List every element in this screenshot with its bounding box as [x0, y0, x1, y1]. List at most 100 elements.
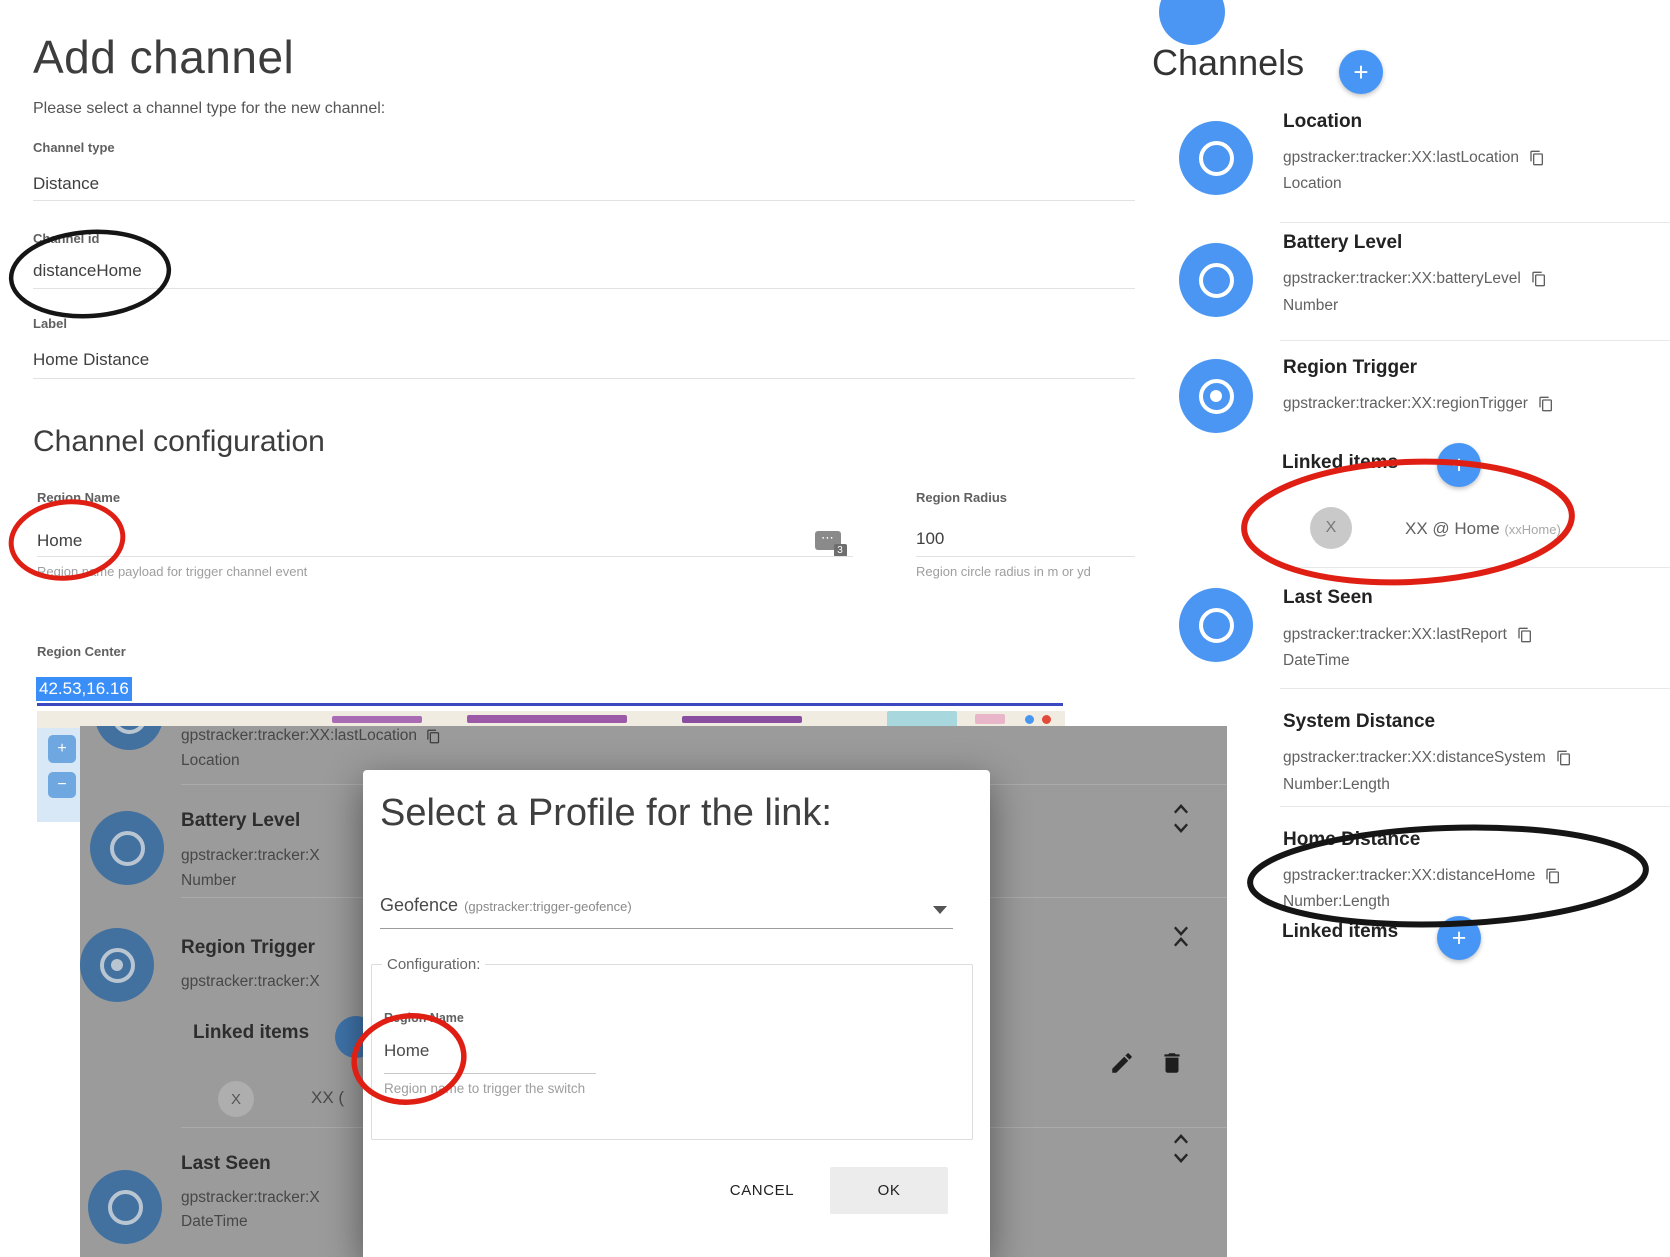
chevron-down-icon	[1170, 819, 1192, 833]
dimmed-channel-icon	[95, 726, 163, 750]
channel-type: DateTime	[1283, 652, 1350, 670]
page-subtitle: Please select a channel type for the new…	[33, 100, 385, 118]
region-name-label: Region Name	[37, 490, 120, 505]
dimmed-channel-icon	[90, 811, 164, 885]
divider	[916, 556, 1135, 557]
channel-title: Last Seen	[1283, 587, 1373, 609]
dimmed-linked-items-title: Linked items	[193, 1022, 309, 1044]
linked-items-title: Linked items	[1282, 452, 1398, 474]
channel-uid: gpstracker:tracker:XX:distanceHome	[1283, 867, 1561, 885]
map-label-blob	[467, 715, 627, 723]
linked-item-label[interactable]: XX @ Home (xxHome)	[1405, 519, 1561, 539]
chevron-up-icon	[1170, 1134, 1192, 1148]
channel-type: Number:Length	[1283, 893, 1390, 911]
dialog-region-name-helper: Region name to trigger the switch	[384, 1081, 585, 1096]
dialog-title: Select a Profile for the link:	[380, 792, 832, 835]
dialog-region-name-label: Region Name	[384, 1011, 464, 1025]
dimmed-linked-item-avatar: X	[218, 1081, 254, 1117]
zoom-in-icon[interactable]: +	[48, 735, 76, 763]
dimmed-channel-type: Location	[181, 752, 240, 770]
channel-title: Location	[1283, 111, 1362, 133]
channel-type-input[interactable]: Distance	[33, 174, 99, 194]
copy-icon[interactable]	[1556, 750, 1572, 766]
channel-uid: gpstracker:tracker:XX:regionTrigger	[1283, 395, 1554, 413]
channel-uid: gpstracker:tracker:XX:batteryLevel	[1283, 270, 1547, 288]
channel-id-input[interactable]: distanceHome	[33, 261, 142, 281]
channel-type-label: Channel type	[33, 140, 115, 155]
dimmed-channel-title: Battery Level	[181, 810, 300, 832]
channel-type: Number:Length	[1283, 776, 1390, 794]
divider	[1280, 567, 1670, 568]
dimmed-channel-uid: gpstracker:tracker:X	[181, 847, 363, 865]
channels-panel-title: Channels	[1152, 42, 1304, 84]
reorder-icon[interactable]	[1170, 1134, 1192, 1163]
channel-type: Location	[1283, 175, 1342, 193]
region-radius-input[interactable]: 100	[916, 529, 944, 549]
keyboard-dots: ⋯	[821, 530, 835, 545]
channel-id-label: Channel id	[33, 231, 99, 246]
map-marker-blue	[1025, 715, 1034, 724]
section-title: Channel configuration	[33, 425, 325, 459]
selected-text: 42.53,16.16	[36, 677, 132, 701]
chevron-up-icon	[1170, 937, 1192, 951]
numeric-keyboard-icon[interactable]: ⋯ 3	[815, 531, 841, 550]
profile-dialog: Select a Profile for the link: Geofence (…	[363, 770, 990, 1257]
edit-icon[interactable]	[1109, 1050, 1135, 1076]
copy-icon	[426, 729, 441, 744]
region-radius-label: Region Radius	[916, 490, 1007, 505]
chevron-up-icon	[1170, 804, 1192, 818]
map-widget-edge: + −	[37, 728, 81, 822]
zoom-out-icon[interactable]: −	[48, 772, 76, 798]
profile-select[interactable]: Geofence (gpstracker:trigger-geofence)	[380, 895, 632, 916]
cancel-button[interactable]: CANCEL	[718, 1172, 806, 1208]
add-link-button[interactable]: +	[1437, 443, 1481, 487]
copy-icon[interactable]	[1529, 150, 1545, 166]
configuration-fieldset: Configuration: Region Name Home Region n…	[371, 956, 973, 1140]
channel-state-icon	[1179, 243, 1253, 317]
copy-icon[interactable]	[1538, 396, 1554, 412]
cut-fab-icon	[1159, 0, 1225, 45]
dimmed-channel-type: DateTime	[181, 1213, 248, 1231]
linked-items-title: Linked items	[1282, 921, 1398, 943]
dimmed-channel-title: Last Seen	[181, 1153, 271, 1175]
dropdown-arrow-icon[interactable]	[933, 906, 947, 914]
divider	[384, 1073, 596, 1074]
channel-uid: gpstracker:tracker:XX:distanceSystem	[1283, 749, 1572, 767]
copy-icon[interactable]	[1517, 627, 1533, 643]
divider	[33, 200, 1135, 201]
map-marker-red	[1042, 715, 1051, 724]
channel-trigger-icon	[1179, 359, 1253, 433]
channel-state-icon	[1179, 121, 1253, 195]
collapse-icon[interactable]	[1170, 922, 1192, 951]
profile-uid: (gpstracker:trigger-geofence)	[464, 899, 632, 914]
dialog-region-name-input[interactable]: Home	[384, 1041, 429, 1061]
divider	[33, 288, 1135, 289]
profile-name: Geofence	[380, 895, 458, 915]
dimmed-channel-icon	[88, 1170, 162, 1244]
label-input[interactable]: Home Distance	[33, 350, 149, 370]
delete-icon[interactable]	[1159, 1050, 1185, 1076]
dimmed-channel-type: Number	[181, 872, 236, 890]
ok-button[interactable]: OK	[830, 1167, 948, 1214]
linked-item-avatar: X	[1310, 507, 1352, 549]
copy-icon[interactable]	[1545, 868, 1561, 884]
label-field-label: Label	[33, 316, 67, 331]
channel-title: Home Distance	[1283, 829, 1420, 851]
reorder-icon[interactable]	[1170, 804, 1192, 833]
region-name-input[interactable]: Home	[37, 531, 82, 551]
divider	[1280, 688, 1670, 689]
add-link-button[interactable]: +	[1437, 916, 1481, 960]
region-name-helper: Region name payload for trigger channel …	[37, 564, 307, 579]
map-label-blob	[682, 716, 802, 723]
region-center-label: Region Center	[37, 644, 126, 659]
fieldset-legend: Configuration:	[382, 956, 485, 973]
dimmed-linked-item-label: XX (	[311, 1088, 344, 1108]
copy-icon[interactable]	[1531, 271, 1547, 287]
map-label-blob	[332, 716, 422, 723]
chevron-down-icon	[1170, 1149, 1192, 1163]
plus-icon: +	[1452, 924, 1467, 953]
add-channel-button[interactable]: +	[1339, 50, 1383, 94]
modal-backdrop: gpstracker:tracker:XX:lastLocation Locat…	[80, 726, 1227, 1257]
region-center-input[interactable]: 42.53,16.16	[36, 677, 132, 701]
channel-state-icon	[1179, 588, 1253, 662]
